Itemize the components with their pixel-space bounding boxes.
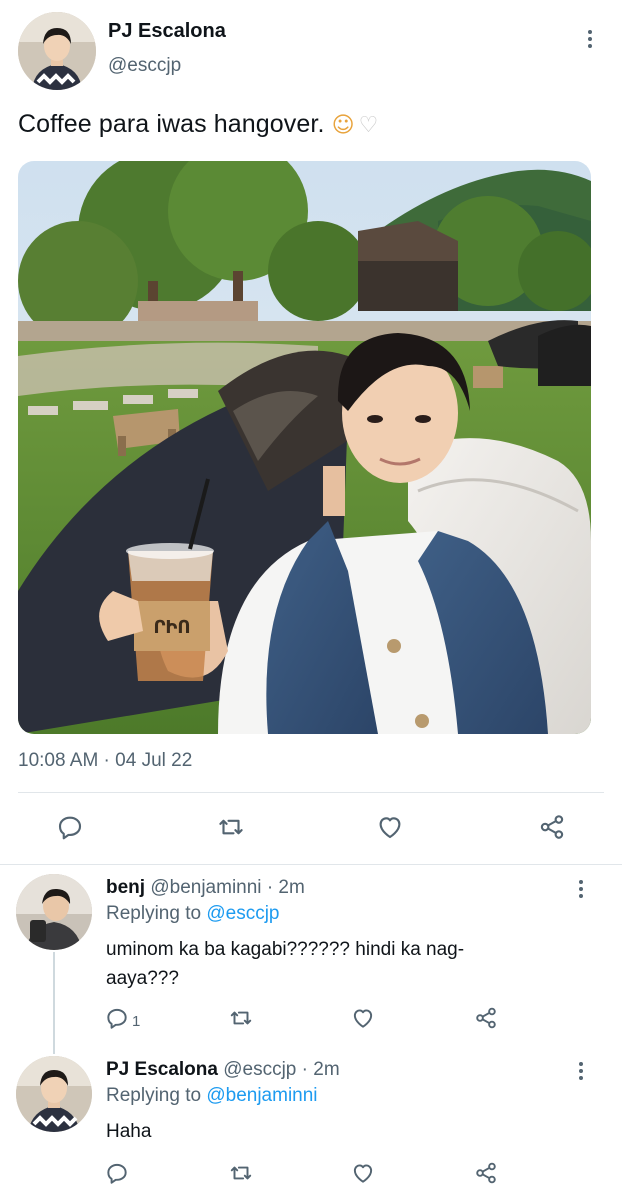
reply-time: 2m (278, 877, 305, 898)
replying-to-link[interactable]: @benjaminni (206, 1085, 317, 1106)
replying-to: Replying to @benjaminni (106, 1085, 318, 1107)
share-button[interactable] (473, 1160, 499, 1186)
share-button[interactable] (473, 1005, 499, 1031)
retweet-button[interactable] (227, 1160, 255, 1186)
tweet-text-body: Coffee para iwas hangover. (18, 110, 332, 138)
reply-button[interactable]: 1 (104, 1005, 140, 1031)
share-icon (476, 1007, 496, 1029)
replying-to: Replying to @esccjp (106, 903, 280, 925)
more-icon[interactable] (577, 1062, 585, 1083)
like-icon (379, 817, 401, 839)
reply-text: Haha (106, 1117, 151, 1146)
white-heart-emoji-icon: ♡ (358, 112, 379, 138)
reply-icon (58, 816, 82, 840)
like-button[interactable] (350, 1005, 376, 1031)
like-button[interactable] (375, 812, 405, 842)
like-button[interactable] (350, 1160, 376, 1186)
share-icon (476, 1162, 496, 1184)
smiling-face-emoji-icon: ☺ (331, 112, 355, 138)
divider (18, 792, 604, 793)
more-icon[interactable] (586, 30, 594, 51)
reply-header: PJ Escalona @esccjp · 2m (106, 1059, 340, 1081)
reply-icon (107, 1163, 127, 1184)
tweet-timestamp: 10:08 AM · 04 Jul 22 (18, 750, 193, 771)
retweet-button[interactable] (215, 812, 247, 842)
reply-text-line: uminom ka ba kagabi?????? hindi ka nag- (106, 939, 465, 960)
like-icon (353, 1164, 373, 1183)
reply-author-handle[interactable]: @esccjp (223, 1059, 296, 1080)
reply-text-line: Haha (106, 1121, 152, 1142)
svg-text:ՐԻՈ: ՐԻՈ (153, 617, 190, 638)
retweet-icon (230, 1011, 252, 1025)
reply-count: 1 (132, 1012, 141, 1030)
author-name[interactable]: PJ Escalona (108, 20, 226, 43)
separator-dot: · (266, 877, 274, 898)
share-icon (540, 815, 564, 839)
reply-text-line: aaya??? (106, 968, 179, 989)
reply-time: 2m (313, 1059, 340, 1080)
tweet-text: Coffee para iwas hangover. ☺ ♡ (18, 110, 378, 139)
reply-author-handle[interactable]: @benjaminni (150, 877, 261, 898)
reply-author-name[interactable]: PJ Escalona (106, 1059, 218, 1080)
replying-to-prefix: Replying to (106, 1085, 207, 1106)
like-icon (353, 1009, 373, 1028)
more-icon[interactable] (577, 880, 585, 901)
replying-to-link[interactable]: @esccjp (206, 903, 279, 924)
reply-header: benj @benjaminni · 2m (106, 877, 305, 899)
retweet-icon (219, 819, 243, 835)
reply-icon (107, 1008, 127, 1029)
reply-button[interactable] (55, 812, 85, 842)
separator-dot: · (301, 1059, 308, 1080)
reply-avatar-benj[interactable] (16, 874, 92, 950)
reply-button[interactable] (104, 1160, 130, 1186)
retweet-button[interactable] (227, 1005, 255, 1031)
author-handle[interactable]: @esccjp (108, 55, 181, 77)
share-button[interactable] (537, 812, 567, 842)
reply-text: uminom ka ba kagabi?????? hindi ka nag- … (106, 935, 464, 993)
photo-illustration: ՐԻՈ (18, 161, 591, 734)
divider (0, 864, 622, 865)
retweet-icon (230, 1166, 252, 1180)
tweet-photo[interactable]: ՐԻՈ (18, 161, 591, 734)
replying-to-prefix: Replying to (106, 903, 207, 924)
thread-connector-line (53, 952, 55, 1054)
reply-author-name[interactable]: benj (106, 877, 145, 898)
author-avatar[interactable] (18, 12, 96, 90)
reply-avatar-pj[interactable] (16, 1056, 92, 1132)
main-tweet: PJ Escalona @esccjp Coffee para iwas han… (0, 0, 622, 866)
